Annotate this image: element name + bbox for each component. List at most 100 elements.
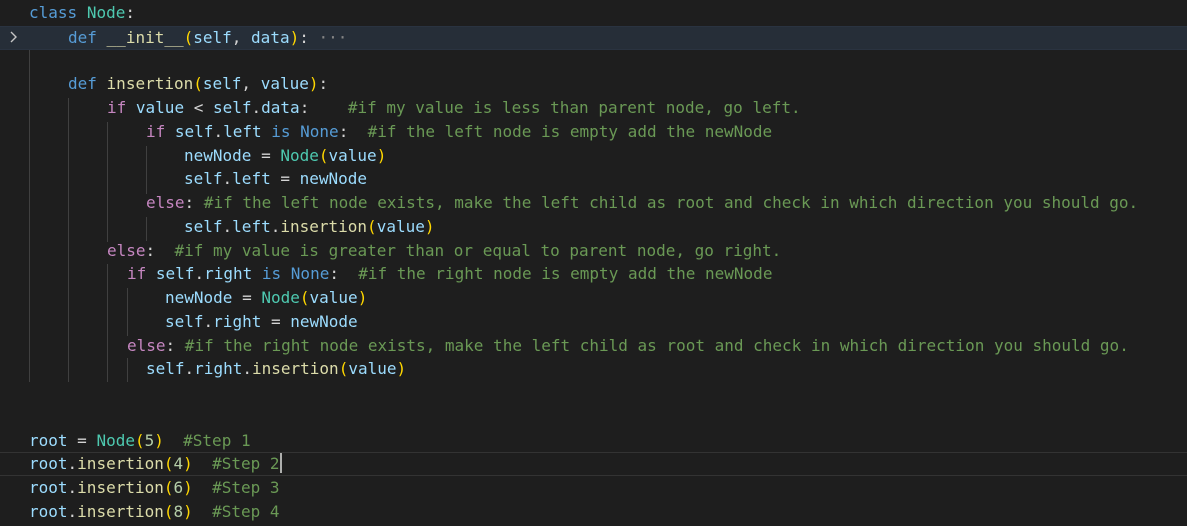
code-line[interactable]: self.right = newNode: [0, 310, 1187, 334]
punctuation-token: :: [318, 74, 329, 93]
punctuation-token: :: [299, 28, 309, 47]
bracket-token: ): [376, 146, 387, 165]
operator-token: =: [67, 431, 97, 450]
bracket-token: (: [299, 288, 310, 307]
function-call-token: insertion: [251, 359, 339, 378]
property-token: left: [232, 217, 271, 236]
keyword-token: is: [261, 264, 282, 283]
control-keyword-token: if: [127, 264, 147, 283]
control-keyword-token: else: [127, 336, 166, 355]
class-name-token: Node: [96, 431, 135, 450]
punctuation-token: .: [251, 98, 262, 117]
code-line[interactable]: self.left = newNode: [0, 167, 1187, 191]
comment-token: #if the left node is empty add the newNo…: [348, 122, 773, 141]
variable-token: newNode: [299, 169, 368, 188]
bracket-token: (: [163, 478, 174, 497]
property-token: right: [213, 312, 262, 331]
number-token: 5: [144, 431, 155, 450]
variable-token: root: [29, 502, 68, 521]
constant-token: None: [290, 264, 330, 283]
operator-token: =: [251, 146, 281, 165]
folded-ellipsis[interactable]: ···: [309, 28, 347, 47]
comment-token: #if my value is greater than or equal to…: [155, 241, 782, 260]
code-line-current[interactable]: root.insertion(4) #Step 2: [0, 452, 1187, 476]
property-token: right: [194, 359, 243, 378]
punctuation-token: ,: [241, 74, 261, 93]
punctuation-token: .: [194, 264, 205, 283]
punctuation-token: .: [222, 217, 233, 236]
control-keyword-token: else: [146, 193, 185, 212]
variable-token: self: [146, 359, 185, 378]
code-line[interactable]: root.insertion(6) #Step 3: [0, 476, 1187, 500]
comment-token: #Step 3: [192, 478, 280, 497]
function-call-token: insertion: [77, 502, 164, 521]
property-token: right: [204, 264, 253, 283]
code-line[interactable]: def insertion(self, value):: [0, 72, 1187, 96]
code-line[interactable]: root = Node(5) #Step 1: [0, 429, 1187, 453]
chevron-right-icon[interactable]: [8, 29, 24, 49]
comment-token: #Step 2: [192, 454, 280, 473]
punctuation-token: .: [242, 359, 252, 378]
bracket-token: (: [163, 454, 174, 473]
punctuation-token: .: [67, 454, 78, 473]
code-editor[interactable]: class Node: def __init__(self, data): ··…: [0, 0, 1187, 526]
code-line[interactable]: if self.right is None: #if the right nod…: [0, 262, 1187, 286]
control-keyword-token: if: [146, 122, 166, 141]
code-line[interactable]: self.left.insertion(value): [0, 215, 1187, 239]
parameter-token: data: [251, 28, 290, 47]
variable-token: root: [29, 454, 68, 473]
bracket-token: (: [338, 359, 349, 378]
code-line[interactable]: else: #if the right node exists, make th…: [0, 334, 1187, 358]
property-token: left: [223, 122, 262, 141]
comment-token: #if the right node exists, make the left…: [175, 336, 1129, 355]
comment-token: #if my value is less than parent node, g…: [309, 98, 801, 117]
punctuation-token: .: [67, 502, 78, 521]
variable-token: value: [135, 98, 185, 117]
punctuation-token: :: [165, 336, 176, 355]
parameter-token: value: [260, 74, 309, 93]
code-line-folded[interactable]: def __init__(self, data): ···: [0, 26, 1187, 50]
control-keyword-token: if: [107, 98, 127, 117]
code-line[interactable]: if value < self.data: #if my value is le…: [0, 96, 1187, 120]
function-call-token: insertion: [280, 217, 368, 236]
comment-token: #if the left node exists, make the left …: [194, 193, 1139, 212]
code-line[interactable]: else: #if the left node exists, make the…: [0, 191, 1187, 215]
constant-token: None: [300, 122, 339, 141]
operator-token: =: [270, 169, 300, 188]
comment-token: #Step 1: [163, 431, 251, 450]
code-line[interactable]: root.insertion(8) #Step 4: [0, 500, 1187, 524]
bracket-token: (: [367, 217, 377, 236]
code-line[interactable]: else: #if my value is greater than or eq…: [0, 239, 1187, 263]
variable-token: value: [348, 359, 397, 378]
code-line[interactable]: class Node:: [0, 1, 1187, 25]
punctuation-token: :: [125, 3, 135, 22]
code-line[interactable]: newNode = Node(value): [0, 286, 1187, 310]
punctuation-token: .: [67, 478, 78, 497]
punctuation-token: .: [203, 312, 214, 331]
variable-token: value: [376, 217, 425, 236]
keyword-token: class: [29, 3, 78, 22]
parameter-token: self: [202, 74, 242, 93]
parameter-token: self: [193, 28, 232, 47]
bracket-token: ): [183, 502, 193, 521]
code-line[interactable]: if self.left is None: #if the left node …: [0, 120, 1187, 144]
bracket-token: (: [134, 431, 145, 450]
code-line[interactable]: newNode = Node(value): [0, 144, 1187, 168]
comment-token: #Step 4: [192, 502, 280, 521]
property-token: data: [261, 98, 300, 117]
bracket-token: ): [308, 74, 319, 93]
variable-token: newNode: [165, 288, 233, 307]
number-token: 8: [173, 502, 184, 521]
code-line[interactable]: self.right.insertion(value): [0, 357, 1187, 381]
variable-token: self: [184, 217, 223, 236]
variable-token: value: [328, 146, 377, 165]
number-token: 6: [173, 478, 184, 497]
punctuation-token: :: [145, 241, 156, 260]
bracket-token: ): [183, 454, 193, 473]
